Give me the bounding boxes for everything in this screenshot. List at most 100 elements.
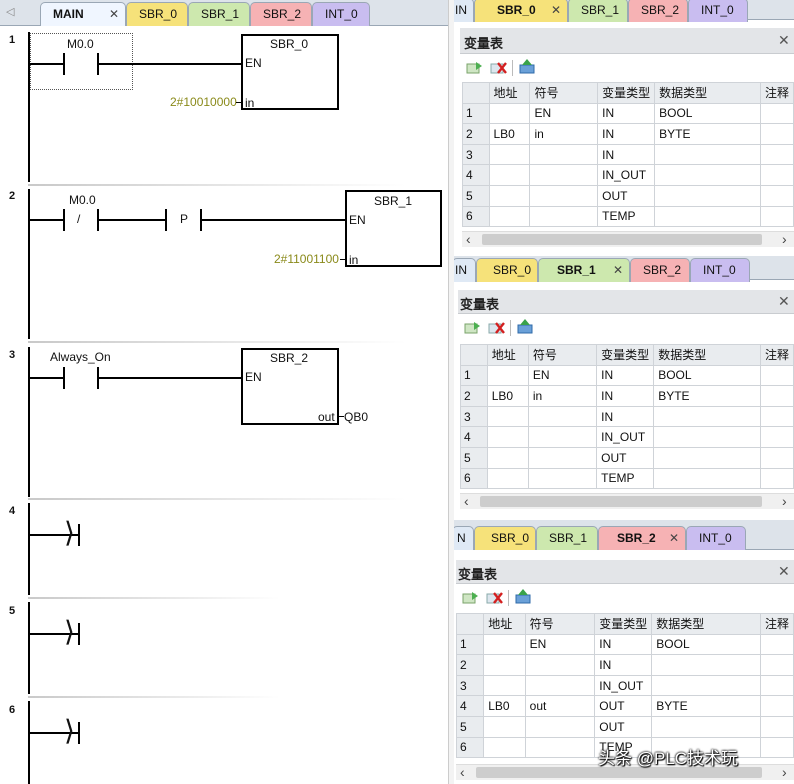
table-row[interactable]: 2 IN <box>455 654 794 676</box>
table-cell[interactable] <box>759 143 794 166</box>
horizontal-scrollbar[interactable]: ‹ › <box>462 231 794 247</box>
scroll-left-icon[interactable]: ‹ <box>464 494 469 508</box>
table-cell[interactable] <box>759 633 794 656</box>
row-number[interactable]: 3 <box>455 674 485 697</box>
table-cell[interactable] <box>653 405 761 428</box>
table-cell[interactable] <box>486 426 529 448</box>
tab-int-0[interactable]: INT_0 <box>688 0 748 22</box>
table-cell[interactable] <box>759 385 794 407</box>
table-cell[interactable]: BOOL <box>653 364 761 387</box>
table-cell[interactable] <box>483 654 526 676</box>
close-icon[interactable]: ✕ <box>109 3 119 25</box>
table-row[interactable]: 6 TEMP <box>462 205 794 228</box>
table-cell[interactable]: IN_OUT <box>597 164 656 186</box>
tab-sbr-0[interactable]: SBR_0 ✕ <box>474 0 568 22</box>
tab-in[interactable]: N <box>454 526 474 550</box>
table-row[interactable]: 6 TEMP <box>460 467 794 490</box>
table-cell[interactable]: IN <box>597 143 656 166</box>
table-cell[interactable]: in <box>527 385 598 407</box>
table-cell[interactable] <box>759 446 794 469</box>
row-number[interactable]: 2 <box>462 123 490 145</box>
table-cell[interactable] <box>483 715 526 738</box>
row-number[interactable]: 3 <box>460 405 488 428</box>
scroll-left-icon[interactable]: ‹ <box>466 232 471 246</box>
close-icon[interactable]: ✕ <box>613 259 623 281</box>
table-row[interactable]: 2 LB0 in IN BYTE <box>460 385 794 407</box>
table-cell[interactable] <box>759 123 794 145</box>
table-cell[interactable] <box>759 736 794 759</box>
table-cell[interactable]: IN <box>596 364 655 387</box>
table-cell[interactable] <box>524 654 596 676</box>
table-cell[interactable] <box>524 715 596 738</box>
table-cell[interactable]: EN <box>529 102 599 125</box>
table-cell[interactable]: TEMP <box>597 205 656 228</box>
tab-sbr-0[interactable]: SBR_0 <box>126 2 188 26</box>
table-cell[interactable] <box>653 446 761 469</box>
rung-end-icon[interactable]: ⟩ <box>64 717 75 745</box>
table-row[interactable]: 3 IN <box>462 143 794 166</box>
insert-row-icon[interactable] <box>464 320 482 336</box>
row-number[interactable]: 1 <box>462 102 490 125</box>
row-number[interactable]: 6 <box>462 205 490 228</box>
tab-in[interactable]: IN <box>454 0 474 22</box>
table-cell[interactable] <box>529 143 599 166</box>
close-icon[interactable]: ✕ <box>778 293 790 310</box>
scroll-left-icon[interactable]: ‹ <box>460 765 465 779</box>
close-icon[interactable]: ✕ <box>778 563 790 580</box>
table-row[interactable]: 2 LB0 in IN BYTE <box>462 123 794 145</box>
table-cell[interactable] <box>486 467 529 490</box>
tab-sbr-2[interactable]: SBR_2 <box>250 2 312 26</box>
tab-int-0[interactable]: INT_0 <box>690 258 750 282</box>
row-number[interactable]: 5 <box>455 715 485 738</box>
table-cell[interactable]: out <box>524 695 596 717</box>
table-cell[interactable] <box>486 405 529 428</box>
table-cell[interactable] <box>654 164 761 186</box>
table-cell[interactable] <box>654 143 761 166</box>
table-cell[interactable] <box>651 674 761 697</box>
table-row[interactable]: 5 OUT <box>455 715 794 738</box>
row-number[interactable]: 2 <box>460 385 488 407</box>
table-cell[interactable]: OUT <box>594 695 653 717</box>
scroll-right-icon[interactable]: › <box>782 765 787 779</box>
row-number[interactable]: 6 <box>455 736 485 759</box>
table-cell[interactable] <box>651 654 761 676</box>
table-cell[interactable]: IN <box>597 123 656 145</box>
param-value[interactable]: 2#10010000 <box>170 95 237 109</box>
table-cell[interactable] <box>527 467 598 490</box>
table-row[interactable]: 1 EN IN BOOL <box>455 633 794 656</box>
table-row[interactable]: 5 OUT <box>462 184 794 207</box>
table-row[interactable]: 3 IN <box>460 405 794 428</box>
table-cell[interactable] <box>486 364 529 387</box>
table-row[interactable]: 4 IN_OUT <box>462 164 794 186</box>
tab-sbr-0[interactable]: SBR_0 <box>476 258 538 282</box>
table-cell[interactable] <box>653 467 761 490</box>
table-cell[interactable] <box>524 736 596 759</box>
network-number[interactable]: 1 <box>0 30 28 180</box>
row-number[interactable]: 5 <box>460 446 488 469</box>
delete-row-icon[interactable] <box>486 590 504 606</box>
table-cell[interactable] <box>488 164 531 186</box>
close-icon[interactable]: ✕ <box>778 32 790 49</box>
table-cell[interactable]: OUT <box>594 715 653 738</box>
table-cell[interactable]: in <box>529 123 599 145</box>
table-cell[interactable] <box>483 633 526 656</box>
table-cell[interactable]: OUT <box>597 184 656 207</box>
param-value[interactable]: 2#11001100 <box>274 252 339 266</box>
row-number[interactable]: 5 <box>462 184 490 207</box>
table-cell[interactable]: BOOL <box>651 633 761 656</box>
table-cell[interactable]: LB0 <box>488 123 531 145</box>
tab-int-0[interactable]: INT_0 <box>686 526 746 550</box>
table-cell[interactable] <box>759 467 794 490</box>
table-cell[interactable] <box>759 364 794 387</box>
tab-sbr-1[interactable]: SBR_1 <box>536 526 598 550</box>
table-cell[interactable] <box>653 426 761 448</box>
table-cell[interactable] <box>759 205 794 228</box>
row-number[interactable]: 6 <box>460 467 488 490</box>
rung-end-icon[interactable]: ⟩ <box>64 519 75 547</box>
network-number[interactable]: 3 <box>0 345 28 495</box>
table-cell[interactable] <box>759 426 794 448</box>
scroll-right-icon[interactable]: › <box>782 494 787 508</box>
tab-sbr-2[interactable]: SBR_2 <box>630 258 690 282</box>
tab-sbr-1[interactable]: SBR_1 ✕ <box>538 258 630 282</box>
table-cell[interactable]: LB0 <box>483 695 526 717</box>
